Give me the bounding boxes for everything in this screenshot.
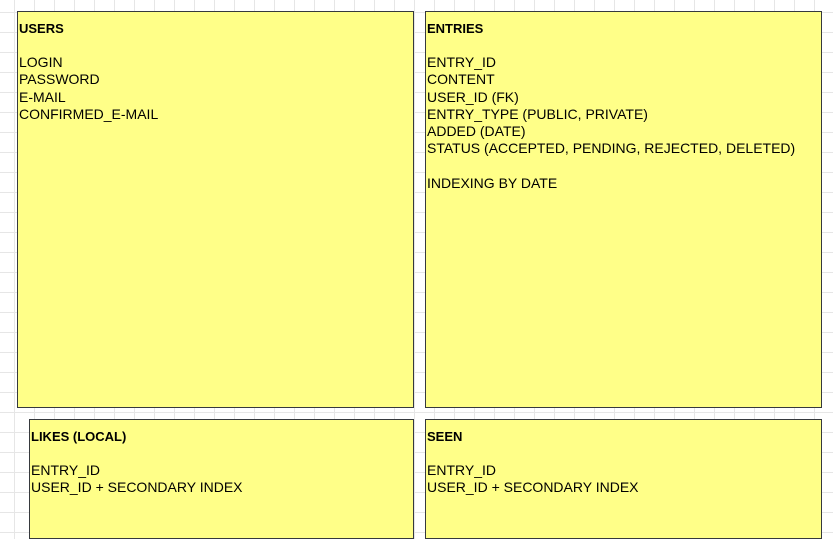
entries-table-title: ENTRIES — [427, 21, 484, 36]
entries-indexing-note: INDEXING BY DATE — [427, 175, 558, 192]
likes-table-box[interactable]: LIKES (LOCAL) ENTRY_ID USER_ID + SECONDA… — [29, 419, 414, 539]
entries-field-user-id: USER_ID (FK) — [427, 88, 519, 105]
seen-table-box[interactable]: SEEN ENTRY_ID USER_ID + SECONDARY INDEX — [425, 419, 822, 539]
users-field-confirmed-email: CONFIRMED_E-MAIL — [19, 105, 159, 122]
seen-field-entry-id: ENTRY_ID — [427, 462, 496, 478]
likes-field-user-id: USER_ID + SECONDARY INDEX — [31, 479, 243, 496]
entries-field-content: CONTENT — [427, 71, 495, 88]
likes-table-title: LIKES (LOCAL) — [31, 429, 127, 444]
entries-table-box[interactable]: ENTRIES ENTRY_ID CONTENT USER_ID (FK) EN… — [425, 11, 822, 408]
likes-field-entry-id: ENTRY_ID — [31, 462, 100, 478]
entries-field-entry-id: ENTRY_ID — [427, 54, 496, 70]
seen-table-title: SEEN — [427, 429, 463, 444]
users-table-title: USERS — [19, 21, 64, 36]
users-field-password: PASSWORD — [19, 71, 100, 88]
users-table-box[interactable]: USERS LOGIN PASSWORD E-MAIL CONFIRMED_E-… — [17, 11, 414, 408]
seen-field-user-id: USER_ID + SECONDARY INDEX — [427, 479, 639, 496]
entries-field-status: STATUS (ACCEPTED, PENDING, REJECTED, DEL… — [427, 140, 796, 157]
users-field-email: E-MAIL — [19, 88, 66, 105]
users-field-login: LOGIN — [19, 54, 63, 70]
entries-spacer — [427, 158, 821, 175]
entries-field-entry-type: ENTRY_TYPE (PUBLIC, PRIVATE) — [427, 105, 648, 122]
entries-field-added: ADDED (DATE) — [427, 123, 526, 140]
